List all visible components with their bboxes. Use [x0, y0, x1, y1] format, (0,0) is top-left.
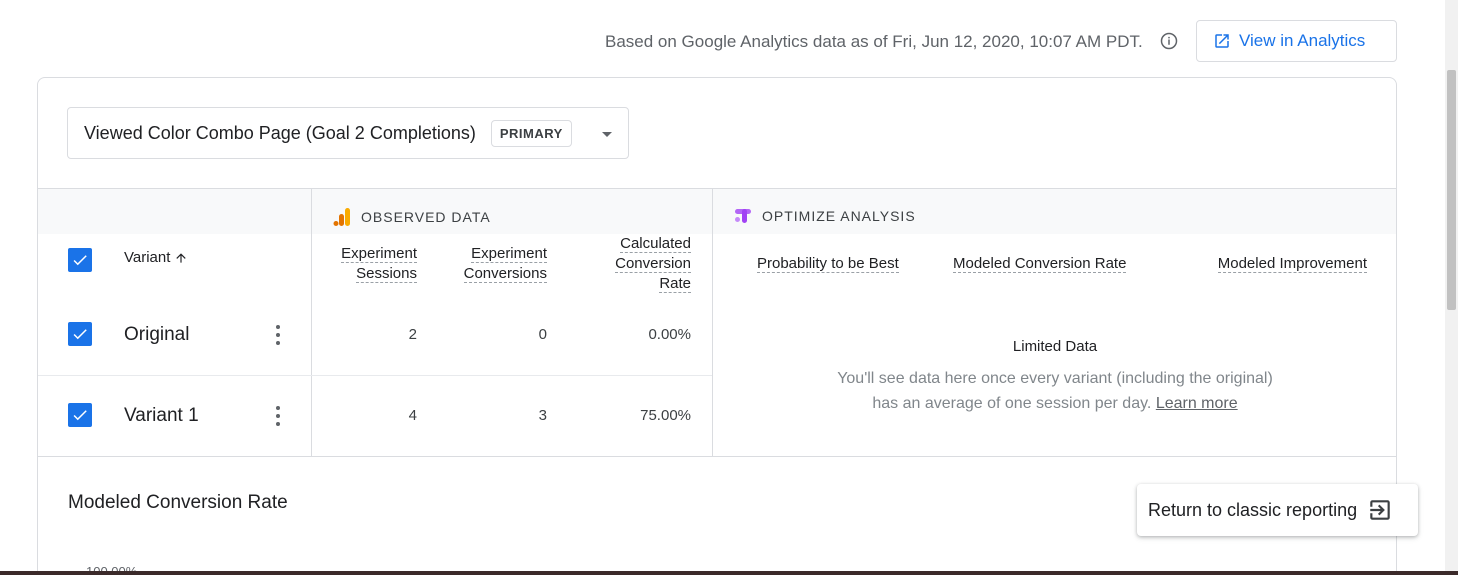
row-divider: [38, 375, 712, 376]
variant-1-row-checkbox[interactable]: [68, 403, 92, 427]
check-icon: [73, 329, 87, 340]
header-line: Rate: [659, 275, 691, 293]
header-line: Experiment: [341, 245, 417, 263]
arrow-up-icon: [176, 252, 187, 263]
probability-column-header[interactable]: Probability to be Best: [757, 254, 902, 274]
objective-label: Viewed Color Combo Page (Goal 2 Completi…: [84, 122, 476, 143]
learn-more-link[interactable]: Learn more: [1156, 395, 1238, 412]
window-bottom-edge: [0, 571, 1458, 575]
variant-name: Variant 1: [124, 405, 199, 426]
header-line: Conversion: [615, 255, 691, 273]
check-icon: [73, 410, 87, 421]
observed-data-group-header: OBSERVED DATA: [311, 189, 712, 234]
return-to-classic-label: Return to classic reporting: [1148, 499, 1358, 520]
more-vert-icon[interactable]: [270, 323, 286, 347]
sessions-cell: 4: [408, 407, 417, 424]
modeled-improvement-column-header[interactable]: Modeled Improvement: [1208, 254, 1367, 274]
google-analytics-icon: [333, 208, 350, 226]
header-line: Probability to be Best: [757, 255, 899, 273]
optimize-analysis-label: OPTIMIZE ANALYSIS: [762, 208, 916, 224]
observed-data-title: OBSERVED DATA: [333, 207, 491, 227]
google-optimize-icon: [735, 209, 751, 223]
data-freshness-note: Based on Google Analytics data as of Fri…: [605, 32, 1143, 51]
original-row-checkbox[interactable]: [68, 322, 92, 346]
sessions-column-header[interactable]: Experiment Sessions: [318, 244, 417, 284]
conversions-cell: 3: [538, 407, 547, 424]
optimize-analysis-group-header: OPTIMIZE ANALYSIS: [712, 189, 1396, 234]
return-to-classic-reporting-button[interactable]: Return to classic reporting: [1137, 484, 1418, 536]
select-all-checkbox[interactable]: [68, 248, 92, 272]
conversion-rate-column-header[interactable]: Calculated Conversion Rate: [578, 234, 691, 294]
header-line: Experiment: [471, 245, 547, 263]
check-icon: [73, 255, 87, 266]
conversion-rate-cell: 75.00%: [640, 407, 691, 424]
page-scrollbar-thumb[interactable]: [1447, 70, 1456, 310]
header-line: Modeled Conversion Rate: [953, 255, 1127, 273]
modeled-rate-column-header[interactable]: Modeled Conversion Rate: [953, 254, 1128, 274]
conversions-column-header[interactable]: Experiment Conversions: [438, 244, 547, 284]
exit-to-app-icon: [1370, 500, 1390, 520]
info-icon[interactable]: [1160, 32, 1178, 50]
variant-header-label: Variant: [124, 249, 171, 266]
objective-dropdown[interactable]: Viewed Color Combo Page (Goal 2 Completi…: [67, 107, 629, 159]
conversions-cell: 0: [538, 326, 547, 343]
table-bottom-border: [38, 456, 1396, 457]
header-line: Conversions: [463, 265, 547, 283]
sessions-cell: 2: [408, 326, 417, 343]
conversion-rate-cell: 0.00%: [648, 326, 691, 343]
limited-data-line: You'll see data here once every variant …: [837, 370, 1273, 387]
column-divider: [311, 189, 312, 456]
header-line: Modeled Improvement: [1217, 255, 1367, 273]
open-in-new-icon: [1215, 34, 1229, 48]
variant-group-header: [38, 189, 311, 234]
header-line: Sessions: [356, 265, 417, 283]
view-in-analytics-label: View in Analytics: [1239, 31, 1366, 50]
more-vert-icon[interactable]: [270, 404, 286, 428]
limited-data-title: Limited Data: [1012, 338, 1098, 355]
limited-data-message: You'll see data here once every variant …: [712, 366, 1396, 416]
primary-badge: PRIMARY: [490, 119, 572, 147]
optimize-analysis-title: OPTIMIZE ANALYSIS: [734, 207, 916, 225]
view-in-analytics-button[interactable]: View in Analytics: [1196, 20, 1397, 62]
variant-name: Original: [124, 324, 190, 345]
modeled-conversion-rate-title: Modeled Conversion Rate: [68, 492, 288, 513]
limited-data-line: has an average of one session per day.: [872, 395, 1152, 412]
header-line: Calculated: [620, 235, 691, 253]
variant-column-header[interactable]: Variant: [124, 249, 188, 266]
chevron-down-icon[interactable]: [602, 132, 612, 137]
observed-data-label: OBSERVED DATA: [361, 209, 491, 225]
